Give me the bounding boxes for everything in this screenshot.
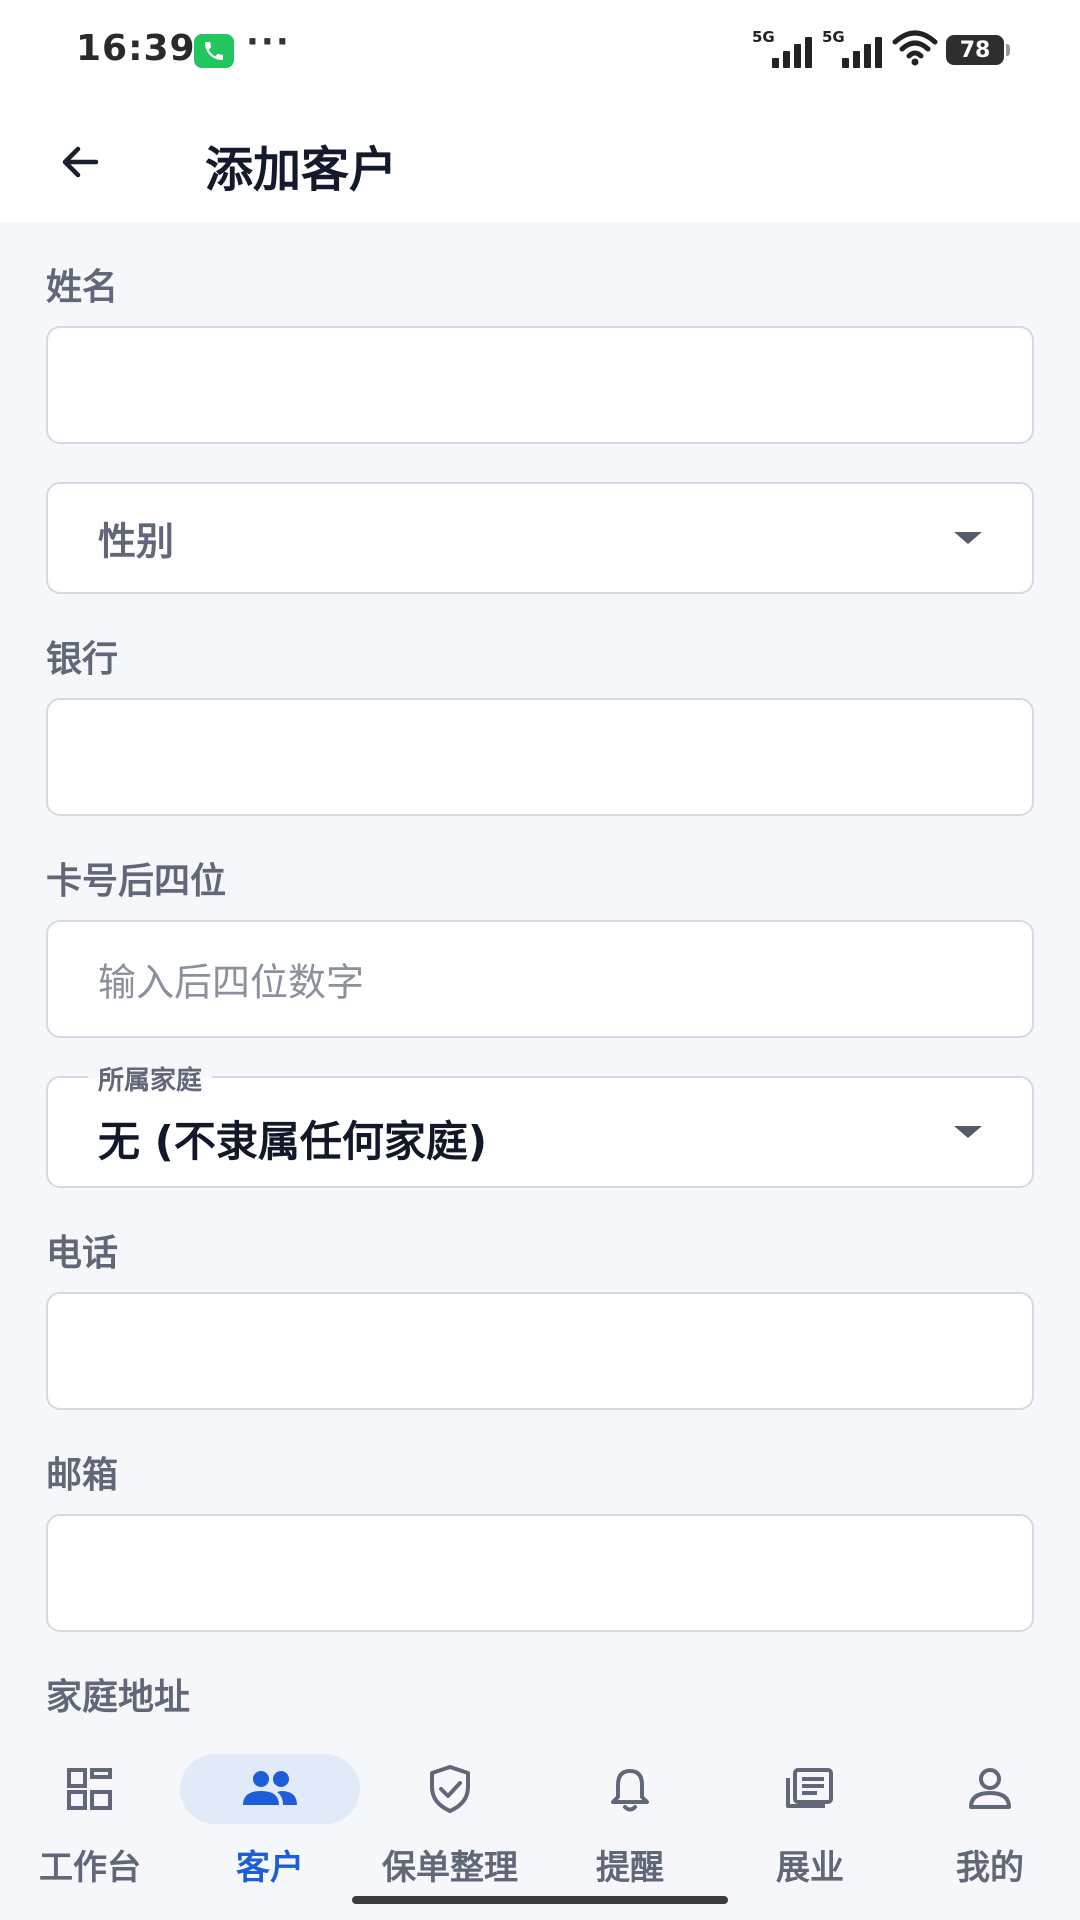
cellular-signal-icon: 5G [752,28,814,68]
bank-input[interactable] [46,698,1034,816]
nav-item-mine[interactable]: 我的 [900,1744,1080,1894]
page-title: 添加客户 [205,142,398,198]
people-icon [180,1754,360,1824]
app-bar: 添加客户 [0,100,1080,222]
person-icon [900,1754,1080,1824]
name-input[interactable] [46,326,1034,444]
family-select[interactable]: 所属家庭 无 (不隶属任何家庭) [46,1060,1034,1188]
phone-input[interactable] [46,1292,1034,1410]
arrow-left-icon [62,146,99,178]
nav-item-business[interactable]: 展业 [720,1744,900,1894]
gender-select[interactable]: 性别 [46,482,1034,594]
bell-icon [540,1754,720,1824]
more-notifications-icon: ··· [246,22,291,62]
email-label: 邮箱 [46,1455,119,1496]
bottom-navigation: 工作台 客户 保单整理 提醒 展业 我的 [0,1730,1080,1920]
nav-item-customers[interactable]: 客户 [180,1744,360,1894]
battery-icon: 78 [946,35,1010,65]
home-indicator[interactable] [352,1896,728,1904]
dropdown-arrow-icon [954,532,982,544]
dropdown-arrow-icon [954,1126,982,1138]
gender-select-placeholder: 性别 [98,519,175,564]
bank-label: 银行 [46,639,119,680]
email-input[interactable] [46,1514,1034,1632]
phone-call-icon [194,34,234,68]
status-bar: 16:39 ··· 5G 5G 78 [0,0,1080,100]
nav-item-workbench[interactable]: 工作台 [0,1744,180,1894]
nav-item-reminders[interactable]: 提醒 [540,1744,720,1894]
card-last4-input[interactable]: 输入后四位数字 [46,920,1034,1038]
family-select-value: 无 (不隶属任何家庭) [98,1117,488,1166]
wifi-icon [892,30,938,70]
status-icons: 5G 5G 78 [752,28,1010,70]
name-label: 姓名 [46,267,119,308]
dashboard-icon [0,1754,180,1824]
cellular-signal-icon: 5G [822,28,884,68]
address-label: 家庭地址 [46,1677,191,1718]
nav-item-policy-organize[interactable]: 保单整理 [360,1744,540,1894]
card-last4-label: 卡号后四位 [46,861,227,902]
nav-label: 我的 [956,1848,1024,1888]
family-label: 所属家庭 [88,1060,213,1097]
back-button[interactable] [50,132,110,192]
status-time: 16:39 [76,28,196,69]
phone-label: 电话 [46,1233,119,1274]
news-icon [720,1754,900,1824]
shield-check-icon [360,1754,540,1824]
card-last4-placeholder: 输入后四位数字 [98,960,365,1005]
